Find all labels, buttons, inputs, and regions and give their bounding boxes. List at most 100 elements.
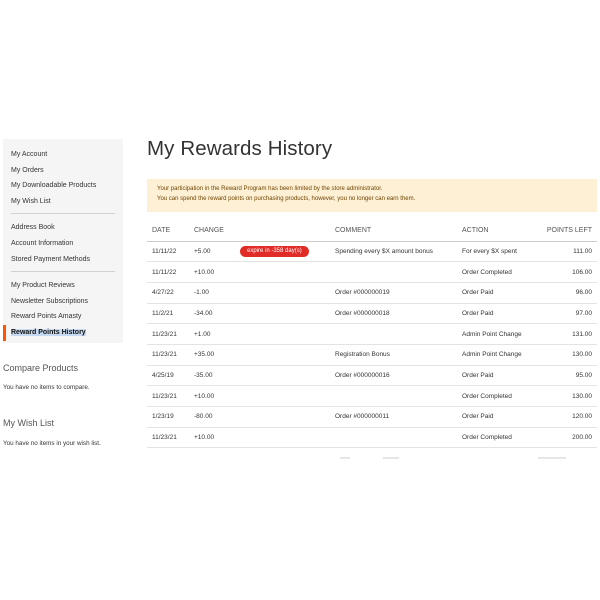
expiration-badge: expire in -358 day(s) <box>240 245 309 257</box>
pager-fragment <box>340 457 350 459</box>
change-cell: +10.00 <box>189 427 235 449</box>
comment-cell <box>330 427 457 449</box>
wish-list-empty-text: You have no items in your wish list. <box>3 440 101 447</box>
sidebar-item-my-account[interactable]: My Account <box>3 147 123 163</box>
column-header-date: DATE <box>147 220 189 242</box>
comment-cell: Spending every $X amount bonus <box>330 241 457 263</box>
sidebar-item-label: Reward Points History <box>11 328 86 336</box>
compare-products-title: Compare Products <box>3 363 79 373</box>
action-cell: Order Paid <box>457 282 539 304</box>
table-header-row: DATE CHANGE COMMENT ACTION POINTS LEFT <box>147 220 597 242</box>
pager-fragment <box>383 457 399 459</box>
column-header-action: ACTION <box>457 220 539 242</box>
table-row: 11/23/21 +10.00 Order Completed 130.00 <box>147 385 597 407</box>
expiration-cell <box>235 323 330 345</box>
sidebar-item-wish-list[interactable]: My Wish List <box>3 194 123 210</box>
points-left-cell: 97.00 <box>539 303 597 325</box>
notice-line: You can spend the reward points on purch… <box>157 195 416 202</box>
expiration-cell: expire in -358 day(s) <box>235 241 330 263</box>
sidebar-item-address-book[interactable]: Address Book <box>3 220 123 236</box>
expiration-cell <box>235 406 330 428</box>
sidebar-item-newsletter-subscriptions[interactable]: Newsletter Subscriptions <box>3 294 123 310</box>
points-left-cell: 130.00 <box>539 385 597 407</box>
account-sidebar-nav: My Account My Orders My Downloadable Pro… <box>3 139 123 343</box>
comment-cell: Order #000000019 <box>330 282 457 304</box>
sidebar-item-product-reviews[interactable]: My Product Reviews <box>3 278 123 294</box>
notice-message: Your participation in the Reward Program… <box>147 179 597 212</box>
sidebar-item-stored-payment-methods[interactable]: Stored Payment Methods <box>3 252 123 268</box>
expiration-cell <box>235 303 330 325</box>
table-row: 11/23/21 +35.00 Registration Bonus Admin Po… <box>147 344 597 366</box>
column-header-comment: COMMENT <box>330 220 457 242</box>
sidebar-item-my-orders[interactable]: My Orders <box>3 163 123 179</box>
points-left-cell: 95.00 <box>539 365 597 387</box>
column-header-points-left: POINTS LEFT <box>539 220 597 242</box>
action-cell: Order Paid <box>457 365 539 387</box>
rewards-history-table: DATE CHANGE COMMENT ACTION POINTS LEFT 1… <box>147 220 597 449</box>
points-left-cell: 111.00 <box>539 241 597 263</box>
expiration-cell <box>235 344 330 366</box>
table-row: 11/2/21 -34.00 Order #000000018 Order Paid 9… <box>147 303 597 325</box>
action-cell: Order Completed <box>457 427 539 449</box>
change-cell: +5.00 <box>189 241 235 263</box>
table-row: 4/25/19 -35.00 Order #000000016 Order Paid 9… <box>147 365 597 387</box>
date-cell: 11/11/22 <box>147 261 189 283</box>
action-cell: Admin Point Change <box>457 344 539 366</box>
change-cell: +1.00 <box>189 323 235 345</box>
expiration-cell <box>235 365 330 387</box>
expiration-cell <box>235 261 330 283</box>
table-row: 11/11/22 +5.00 expire in -358 day(s) Spendi… <box>147 241 597 263</box>
table-row: 11/23/21 +1.00 Admin Point Change 131.00 <box>147 323 597 345</box>
table-row: 1/23/19 -80.00 Order #000000011 Order Paid 1… <box>147 406 597 428</box>
points-left-cell: 106.00 <box>539 261 597 283</box>
sidebar-item-account-information[interactable]: Account Information <box>3 236 123 252</box>
comment-cell: Order #000000011 <box>330 406 457 428</box>
points-left-cell: 130.00 <box>539 344 597 366</box>
wish-list-title: My Wish List <box>3 418 55 428</box>
points-left-cell: 120.00 <box>539 406 597 428</box>
date-cell: 11/23/21 <box>147 344 189 366</box>
date-cell: 11/23/21 <box>147 323 189 345</box>
sidebar-divider <box>11 213 115 215</box>
points-left-cell: 131.00 <box>539 323 597 345</box>
change-cell: -80.00 <box>189 406 235 428</box>
comment-cell <box>330 385 457 407</box>
change-cell: +35.00 <box>189 344 235 366</box>
date-cell: 4/27/22 <box>147 282 189 304</box>
expiration-cell <box>235 385 330 407</box>
date-cell: 11/11/22 <box>147 241 189 263</box>
change-cell: +10.00 <box>189 261 235 283</box>
comment-cell: Registration Bonus <box>330 344 457 366</box>
comment-cell <box>330 323 457 345</box>
change-cell: -1.00 <box>189 282 235 304</box>
comment-cell <box>330 261 457 283</box>
date-cell: 11/23/21 <box>147 385 189 407</box>
notice-line: Your participation in the Reward Program… <box>157 186 383 192</box>
action-cell: Order Completed <box>457 261 539 283</box>
expiration-cell <box>235 282 330 304</box>
column-header-expiration <box>235 220 330 242</box>
expiration-cell <box>235 427 330 449</box>
table-row: 11/23/21 +10.00 Order Completed 200.00 <box>147 427 597 449</box>
column-header-change: CHANGE <box>189 220 235 242</box>
date-cell: 4/25/19 <box>147 365 189 387</box>
sidebar-item-reward-points-history[interactable]: Reward Points History <box>3 324 123 341</box>
comment-cell: Order #000000016 <box>330 365 457 387</box>
date-cell: 1/23/19 <box>147 406 189 428</box>
change-cell: -34.00 <box>189 303 235 325</box>
action-cell: Order Paid <box>457 303 539 325</box>
action-cell: Order Paid <box>457 406 539 428</box>
sidebar-item-downloadable-products[interactable]: My Downloadable Products <box>3 178 123 194</box>
date-cell: 11/2/21 <box>147 303 189 325</box>
action-cell: Admin Point Change <box>457 323 539 345</box>
action-cell: Order Completed <box>457 385 539 407</box>
change-cell: +10.00 <box>189 385 235 407</box>
pager-fragment <box>538 457 566 459</box>
points-left-cell: 200.00 <box>539 427 597 449</box>
sidebar-item-reward-points-amasty[interactable]: Reward Points Amasty <box>3 309 123 325</box>
change-cell: -35.00 <box>189 365 235 387</box>
table-row: 11/11/22 +10.00 Order Completed 106.00 <box>147 261 597 283</box>
table-row: 4/27/22 -1.00 Order #000000019 Order Paid 96… <box>147 282 597 304</box>
comment-cell: Order #000000018 <box>330 303 457 325</box>
points-left-cell: 96.00 <box>539 282 597 304</box>
